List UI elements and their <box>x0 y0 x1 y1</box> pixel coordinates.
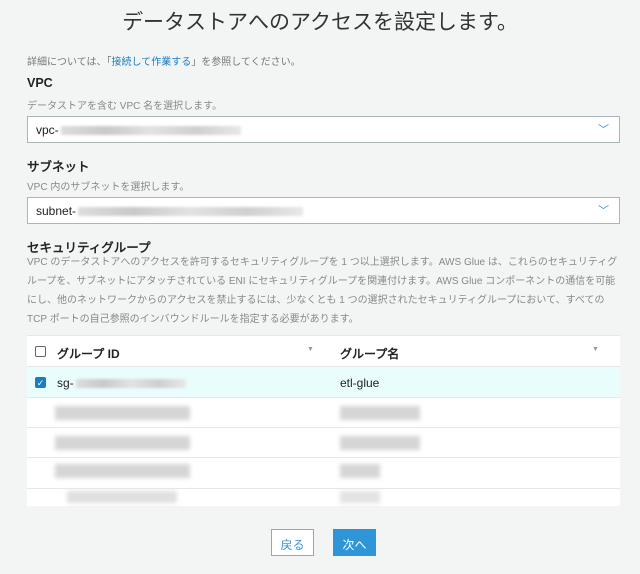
subnet-select[interactable]: subnet- ﹀ <box>27 197 620 224</box>
sort-icon[interactable]: ▼ <box>307 346 314 353</box>
table-row[interactable] <box>27 428 620 458</box>
redacted-value <box>340 406 420 420</box>
sort-icon[interactable]: ▼ <box>592 346 599 353</box>
security-group-help: VPC のデータストアへのアクセスを許可するセキュリティグループを 1 つ以上選… <box>27 257 618 325</box>
table-row[interactable] <box>27 398 620 428</box>
connection-docs-link[interactable]: 接続して作業する <box>112 57 192 68</box>
page-title: データストアへのアクセスを設定します。 <box>122 11 518 34</box>
chevron-down-icon: ﹀ <box>598 205 609 217</box>
column-group-id[interactable]: グループ ID <box>57 345 120 362</box>
redacted-value <box>55 406 190 420</box>
redacted-value <box>60 126 241 136</box>
group-name: etl-glue <box>340 376 380 390</box>
redacted-value <box>78 207 304 217</box>
subnet-help: VPC 内のサブネットを選択します。 <box>27 182 190 193</box>
vpc-label: VPC <box>27 76 53 90</box>
select-all-checkbox[interactable] <box>35 346 46 357</box>
security-group-table: グループ ID ▼ グループ名 ▼ ✓ sg- etl-glue <box>27 335 620 506</box>
table-row[interactable] <box>27 489 620 506</box>
column-group-name[interactable]: グループ名 <box>340 345 399 362</box>
back-button[interactable]: 戻る <box>271 529 314 556</box>
table-row[interactable]: ✓ sg- etl-glue <box>27 367 620 398</box>
redacted-value <box>55 436 190 450</box>
subnet-label: サブネット <box>27 160 90 174</box>
vpc-select[interactable]: vpc- ﹀ <box>27 116 620 143</box>
redacted-value <box>55 464 190 478</box>
redacted-value <box>340 491 380 503</box>
group-id: sg- <box>57 376 186 390</box>
redacted-value <box>67 491 177 503</box>
row-checkbox[interactable]: ✓ <box>35 377 46 388</box>
redacted-value <box>340 464 380 478</box>
table-header: グループ ID ▼ グループ名 ▼ <box>27 335 620 367</box>
redacted-value <box>75 379 186 389</box>
chevron-down-icon: ﹀ <box>598 124 609 136</box>
redacted-value <box>340 436 420 450</box>
table-row[interactable] <box>27 458 620 489</box>
next-button[interactable]: 次へ <box>333 529 376 556</box>
vpc-help: データストアを含む VPC 名を選択します。 <box>27 101 223 112</box>
info-text: 詳細については、「接続して作業する」を参照してください。 <box>27 57 301 68</box>
